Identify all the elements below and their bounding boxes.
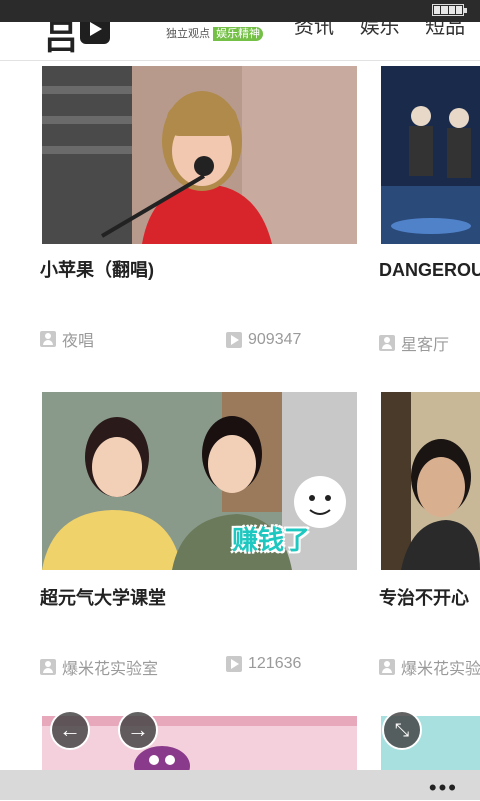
video-thumbnail-man[interactable] <box>381 392 480 570</box>
slogan-text: 独立观点 <box>166 28 210 40</box>
logo-play-icon[interactable] <box>80 22 110 44</box>
nav-item-short[interactable]: 短品 <box>425 22 465 38</box>
video-thumbnail-dancers[interactable] <box>381 66 480 244</box>
video-play-count: 121636 <box>226 655 301 673</box>
top-nav: 资讯 娱乐 短品 <box>294 22 480 39</box>
logo-text: 吕 <box>44 22 78 58</box>
back-button[interactable]: ← <box>50 710 90 750</box>
video-title[interactable]: 超元气大学课堂 <box>40 584 166 610</box>
user-icon <box>40 331 56 347</box>
video-author[interactable]: 爆米花实验 <box>379 655 480 679</box>
slogan-tag: 娱乐精神 <box>213 27 264 41</box>
battery-icon <box>432 4 467 16</box>
video-title[interactable]: 专治不开心 <box>379 584 469 610</box>
video-play-count: 909347 <box>226 331 301 349</box>
play-count-icon <box>226 656 242 672</box>
video-author[interactable]: 星客厅 <box>379 331 449 355</box>
author-name: 夜唱 <box>62 333 95 350</box>
user-icon <box>379 335 395 351</box>
play-count: 121636 <box>248 655 302 672</box>
video-author[interactable]: 夜唱 <box>40 327 94 351</box>
nav-item-news[interactable]: 资讯 <box>294 22 334 38</box>
status-bar <box>0 0 480 22</box>
play-count: 909347 <box>248 331 302 348</box>
site-header: 吕 独立观点 娱乐精神 资讯 娱乐 短品 <box>0 22 480 61</box>
collapse-button[interactable]: ⤡ <box>382 710 422 750</box>
thumbnail-overlay-text: 赚钱了 <box>232 525 311 555</box>
nav-item-entertainment[interactable]: 娱乐 <box>360 22 400 38</box>
user-icon <box>40 659 56 675</box>
forward-button[interactable]: → <box>118 710 158 750</box>
play-count-icon <box>226 332 242 348</box>
author-name: 星客厅 <box>401 337 450 354</box>
author-name: 爆米花实验室 <box>62 661 159 678</box>
author-name: 爆米花实验 <box>401 661 480 678</box>
video-title[interactable]: 小苹果（翻唱) <box>40 256 154 282</box>
video-thumbnail-singer[interactable] <box>42 66 357 244</box>
video-title[interactable]: DANGEROU <box>379 260 480 281</box>
app-bar: ••• <box>0 770 480 800</box>
more-options-button[interactable]: ••• <box>429 775 458 801</box>
video-thumbnail-students[interactable]: 赚钱了 <box>42 392 357 570</box>
video-author[interactable]: 爆米花实验室 <box>40 655 158 679</box>
user-icon <box>379 659 395 675</box>
slogan: 独立观点 娱乐精神 <box>166 25 264 41</box>
